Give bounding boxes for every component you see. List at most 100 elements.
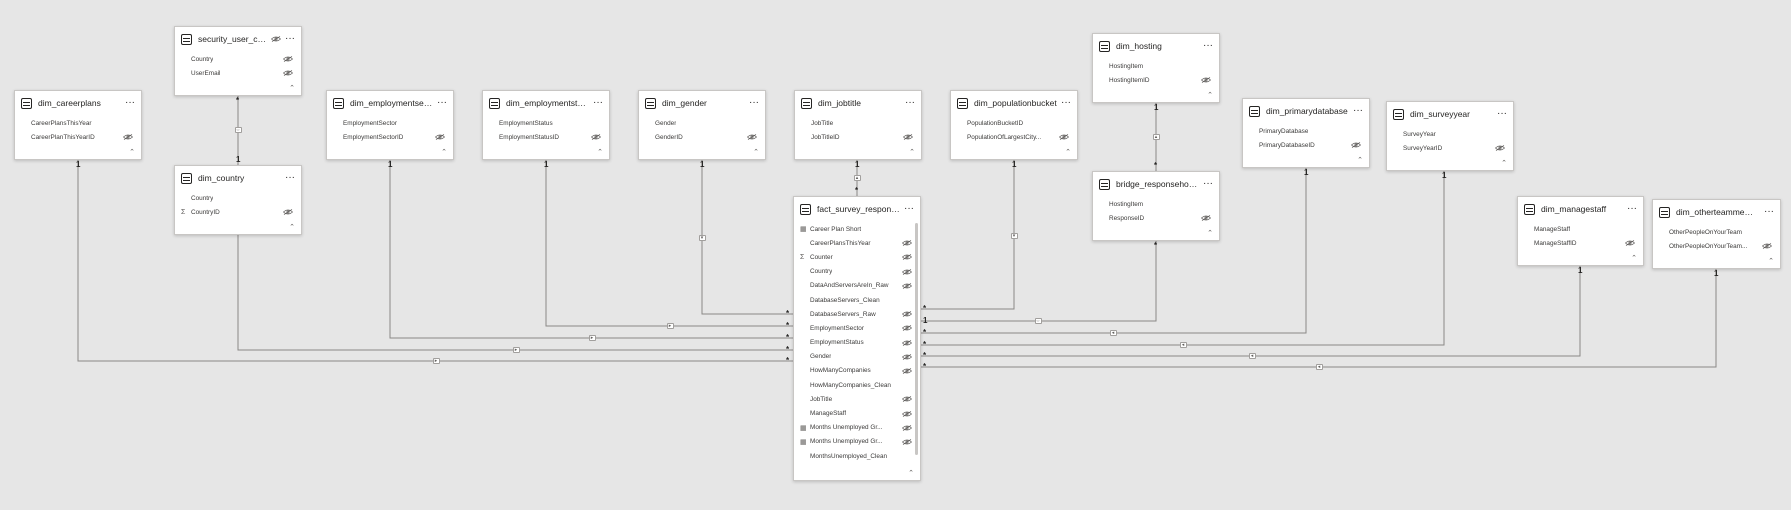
field-row[interactable]: HostingItem (1093, 197, 1219, 211)
field-row[interactable]: Country (794, 265, 920, 279)
more-options-icon[interactable]: ··· (905, 98, 915, 108)
table-card-dim-managestaff[interactable]: dim_managestaff ··· ManageStaff ManageStaff… (1517, 196, 1644, 266)
more-options-icon[interactable]: ··· (1061, 98, 1071, 108)
more-options-icon[interactable]: ··· (1353, 106, 1363, 116)
table-card-dim-jobtitle[interactable]: dim_jobtitle ··· JobTitle JobTitleID ⌃ (794, 90, 922, 160)
more-options-icon[interactable]: ··· (285, 34, 295, 44)
table-header[interactable]: dim_populationbucket ··· (951, 91, 1077, 115)
collapse-chevron-icon[interactable]: ⌃ (441, 148, 447, 156)
rel-employmentstatus[interactable] (545, 160, 793, 327)
field-row[interactable]: EmploymentStatus (483, 116, 609, 130)
field-row[interactable]: EmploymentSector (794, 321, 920, 335)
table-header[interactable]: dim_employmentstatus ··· (483, 91, 609, 115)
table-header[interactable]: dim_careerplans ··· (15, 91, 141, 115)
field-row[interactable]: ▦ Career Plan Short (794, 222, 920, 236)
field-row[interactable]: GenderID (639, 130, 765, 144)
more-options-icon[interactable]: ··· (1497, 109, 1507, 119)
field-row[interactable]: MonthsUnemployed_Clean (794, 449, 920, 463)
field-row[interactable]: JobTitle (794, 392, 920, 406)
field-row[interactable]: PrimaryDatabaseID (1243, 138, 1369, 152)
table-card-dim-otherteammembers[interactable]: dim_otherteammembers ··· OtherPeopleOnYour… (1652, 199, 1781, 269)
field-row[interactable]: DatabaseServers_Raw (794, 307, 920, 321)
field-row[interactable]: PopulationOfLargestCity... (951, 130, 1077, 144)
table-card-dim-employmentsector[interactable]: dim_employmentsector ··· EmploymentSector E… (326, 90, 454, 160)
field-row[interactable]: PrimaryDatabase (1243, 124, 1369, 138)
table-card-bridge-responsehosting[interactable]: bridge_responsehosting ··· HostingItem Resp… (1092, 171, 1220, 241)
more-options-icon[interactable]: ··· (593, 98, 603, 108)
field-row[interactable]: Country (175, 52, 301, 66)
more-options-icon[interactable]: ··· (904, 204, 914, 214)
field-row[interactable]: Gender (794, 350, 920, 364)
field-row[interactable]: HowManyCompanies_Clean (794, 378, 920, 392)
field-row[interactable]: DatabaseServers_Clean (794, 293, 920, 307)
collapse-chevron-icon[interactable]: ⌃ (1065, 148, 1071, 156)
collapse-chevron-icon[interactable]: ⌃ (909, 148, 915, 156)
table-card-dim-employmentstatus[interactable]: dim_employmentstatus ··· EmploymentStatus E… (482, 90, 610, 160)
collapse-chevron-icon[interactable]: ⌃ (753, 148, 759, 156)
collapse-chevron-icon[interactable]: ⌃ (129, 148, 135, 156)
rel-country[interactable] (237, 235, 793, 351)
field-row[interactable]: Country (175, 191, 301, 205)
field-row[interactable]: Σ Counter (794, 250, 920, 264)
table-header[interactable]: dim_managestaff ··· (1518, 197, 1643, 221)
more-options-icon[interactable]: ··· (1627, 204, 1637, 214)
field-row[interactable]: CareerPlansThisYear (15, 116, 141, 130)
collapse-chevron-icon[interactable]: ⌃ (1207, 229, 1213, 237)
table-header[interactable]: dim_employmentsector ··· (327, 91, 453, 115)
field-row[interactable]: SurveyYear (1387, 127, 1513, 141)
rel-managestaff[interactable] (921, 266, 1581, 357)
table-card-dim-gender[interactable]: dim_gender ··· Gender GenderID ⌃ (638, 90, 766, 160)
table-card-dim-hosting[interactable]: dim_hosting ··· HostingItem HostingItemID ⌃ (1092, 33, 1220, 103)
table-card-fact-survey-response[interactable]: fact_survey_response ··· ▦ Career Plan Shor… (793, 196, 921, 481)
table-card-dim-populationbucket[interactable]: dim_populationbucket ··· PopulationBucketI… (950, 90, 1078, 160)
field-row[interactable]: EmploymentSectorID (327, 130, 453, 144)
rel-populationbucket[interactable] (921, 160, 1015, 310)
table-header[interactable]: dim_hosting ··· (1093, 34, 1219, 58)
collapse-chevron-icon[interactable]: ⌃ (289, 223, 295, 231)
field-row[interactable]: HostingItem (1093, 59, 1219, 73)
field-row[interactable]: EmploymentStatus (794, 336, 920, 350)
field-row[interactable]: Σ CountryID (175, 205, 301, 219)
more-options-icon[interactable]: ··· (437, 98, 447, 108)
scrollbar[interactable] (915, 223, 918, 455)
more-options-icon[interactable]: ··· (285, 173, 295, 183)
collapse-chevron-icon[interactable]: ⌃ (1501, 159, 1507, 167)
field-row[interactable]: SurveyYearID (1387, 141, 1513, 155)
field-row[interactable]: ManageStaffID (1518, 236, 1643, 250)
collapse-chevron-icon[interactable]: ⌃ (289, 84, 295, 92)
table-header[interactable]: dim_country ··· (175, 166, 301, 190)
field-row[interactable]: ManageStaff (794, 406, 920, 420)
collapse-chevron-icon[interactable]: ⌃ (1357, 156, 1363, 164)
table-header[interactable]: dim_gender ··· (639, 91, 765, 115)
collapse-chevron-icon[interactable]: ⌃ (597, 148, 603, 156)
more-options-icon[interactable]: ··· (1764, 207, 1774, 217)
table-header[interactable]: security_user_count... ··· (175, 27, 301, 51)
field-row[interactable]: OtherPeopleOnYourTeam (1653, 225, 1780, 239)
field-row[interactable]: JobTitle (795, 116, 921, 130)
field-row[interactable]: CareerPlanThisYearID (15, 130, 141, 144)
table-card-dim-primarydatabase[interactable]: dim_primarydatabase ··· PrimaryDatabase Pri… (1242, 98, 1370, 168)
table-header[interactable]: fact_survey_response ··· (794, 197, 920, 221)
rel-employmentsector[interactable] (389, 160, 793, 339)
field-row[interactable]: HowManyCompanies (794, 364, 920, 378)
field-row[interactable]: OtherPeopleOnYourTeam... (1653, 239, 1780, 253)
table-header[interactable]: bridge_responsehosting ··· (1093, 172, 1219, 196)
field-row[interactable]: HostingItemID (1093, 73, 1219, 87)
table-header[interactable]: dim_otherteammembers ··· (1653, 200, 1780, 224)
table-header[interactable]: dim_jobtitle ··· (795, 91, 921, 115)
field-row[interactable]: ResponseID (1093, 211, 1219, 225)
field-row[interactable]: UserEmail (175, 66, 301, 80)
field-row[interactable]: ▦ Months Unemployed Gr... (794, 421, 920, 435)
table-card-dim-careerplans[interactable]: dim_careerplans ··· CareerPlansThisYear Car… (14, 90, 142, 160)
table-card-dim-country[interactable]: dim_country ··· Country Σ CountryID ⌃ (174, 165, 302, 235)
field-row[interactable]: EmploymentStatusID (483, 130, 609, 144)
table-card-security-user-count[interactable]: security_user_count... ··· Country UserEmai… (174, 26, 302, 96)
more-options-icon[interactable]: ··· (749, 98, 759, 108)
collapse-chevron-icon[interactable]: ⌃ (1631, 254, 1637, 262)
field-row[interactable]: DataAndServersAreIn_Raw (794, 279, 920, 293)
collapse-chevron-icon[interactable]: ⌃ (908, 469, 914, 477)
more-options-icon[interactable]: ··· (125, 98, 135, 108)
field-row[interactable]: CareerPlansThisYear (794, 236, 920, 250)
field-row[interactable]: ManageStaff (1518, 222, 1643, 236)
more-options-icon[interactable]: ··· (1203, 179, 1213, 189)
